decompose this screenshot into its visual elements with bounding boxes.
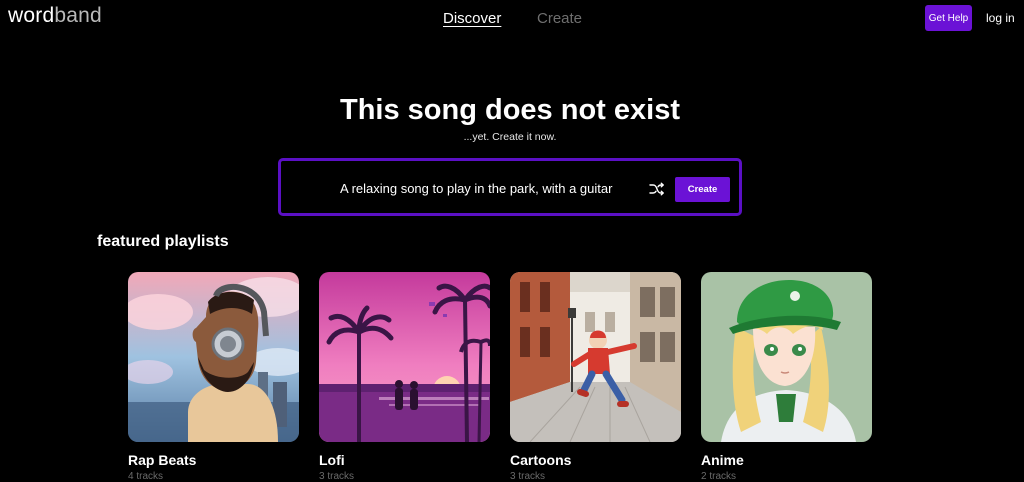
playlist-card-rap-beats[interactable]: Rap Beats 4 tracks [128,272,299,482]
playlist-card-anime[interactable]: Anime 2 tracks [701,272,872,482]
logo-band: band [54,4,102,27]
playlist-title[interactable]: Anime [701,452,872,468]
get-help-button[interactable]: Get Help [925,5,972,31]
nav-discover-link[interactable]: Discover [443,10,501,27]
featured-playlists-heading: featured playlists [97,233,229,250]
create-song-button[interactable]: Create [675,177,730,202]
playlist-cover-image[interactable] [701,272,872,442]
playlist-title[interactable]: Lofi [319,452,490,468]
playlist-track-count: 3 tracks [510,471,546,482]
playlist-track-count: 4 tracks [128,471,164,482]
playlist-card-lofi[interactable]: Lofi 3 tracks [319,272,490,482]
song-prompt-box[interactable]: A relaxing song to play in the park, wit… [278,158,742,216]
login-link[interactable]: log in [986,11,1015,25]
playlist-title[interactable]: Rap Beats [128,452,299,468]
song-prompt-input[interactable]: A relaxing song to play in the park, wit… [340,181,612,196]
playlist-card-cartoons[interactable]: Cartoons 3 tracks [510,272,681,482]
playlist-track-count: 2 tracks [701,471,737,482]
shuffle-icon[interactable] [649,181,665,197]
playlist-track-count: 3 tracks [319,471,355,482]
playlist-title[interactable]: Cartoons [510,452,681,468]
nav-create-link[interactable]: Create [537,10,582,27]
hero-subtitle: ...yet. Create it now. [463,131,557,143]
hero-title: This song does not exist [340,94,680,126]
playlist-cover-image[interactable] [128,272,299,442]
playlist-cover-image[interactable] [319,272,490,442]
wordband-logo[interactable]: wordband [8,4,102,28]
playlist-cover-image[interactable] [510,272,681,442]
logo-word: word [8,4,55,27]
